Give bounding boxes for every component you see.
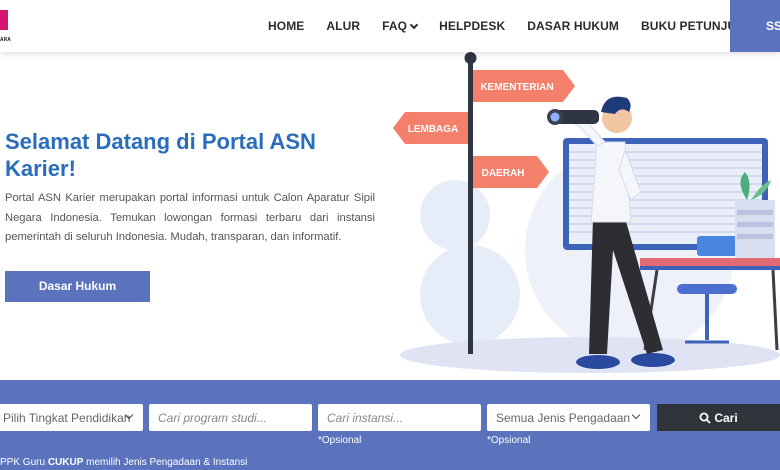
education-level-value: Pilih Tingkat Pendidikan — [3, 410, 131, 425]
search-button[interactable]: Cari — [657, 404, 780, 431]
search-button-label: Cari — [714, 410, 738, 425]
nav-faq-label: FAQ — [382, 19, 408, 33]
nav-faq[interactable]: FAQ — [382, 19, 419, 33]
instansi-placeholder: Cari instansi... — [327, 410, 404, 425]
search-section: Pilih Tingkat Pendidikan Cari program st… — [0, 380, 780, 470]
footnote-bold: CUKUP — [47, 457, 84, 468]
education-level-select[interactable]: Pilih Tingkat Pendidikan — [0, 404, 143, 431]
chevron-down-icon — [409, 20, 419, 29]
hero-title: Selamat Datang di Portal ASN Karier! — [5, 129, 316, 181]
instansi-input[interactable]: Cari instansi... — [318, 404, 481, 431]
hero-description: Portal ASN Karier merupakan portal infor… — [5, 192, 375, 243]
nav-home[interactable]: HOME — [268, 19, 304, 33]
search-footnote: PPK Guru CUKUP memilih Jenis Pengadaan &… — [0, 457, 247, 468]
sign-lembaga-label: LEMBAGA — [408, 124, 459, 135]
footnote-suffix: memilih Jenis Pengadaan & Instansi — [83, 457, 248, 468]
logo-text: ARA — [0, 37, 11, 43]
footnote-prefix: PPK Guru — [0, 457, 48, 468]
bg-circle — [420, 180, 490, 250]
sso-login-button[interactable]: SSO — [730, 0, 780, 52]
program-studi-input[interactable]: Cari program studi... — [149, 404, 312, 431]
top-navbar: ARA HOME ALUR FAQ HELPDESK DASAR HUKUM B… — [0, 0, 780, 52]
nav-alur[interactable]: ALUR — [326, 19, 360, 33]
sign-daerah-label: DAERAH — [482, 168, 525, 179]
search-icon — [699, 412, 711, 424]
procurement-type-select[interactable]: Semua Jenis Pengadaan — [487, 404, 650, 431]
nav-helpdesk[interactable]: HELPDESK — [439, 19, 505, 33]
nav-dasar-hukum[interactable]: DASAR HUKUM — [527, 19, 619, 33]
program-studi-placeholder: Cari program studi... — [158, 410, 267, 425]
chevron-down-icon — [631, 410, 641, 420]
dasar-hukum-button[interactable]: Dasar Hukum — [5, 271, 150, 302]
hero-illustration: KEMENTERIAN LEMBAGA DAERAH — [393, 52, 780, 373]
main-nav: HOME ALUR FAQ HELPDESK DASAR HUKUM BUKU … — [268, 0, 767, 52]
site-logo[interactable]: ARA — [0, 10, 12, 44]
logo-mark — [0, 10, 8, 30]
instansi-optional-note: *Opsional — [318, 435, 362, 446]
sign-kementerian-label: KEMENTERIAN — [480, 82, 553, 93]
procurement-type-value: Semua Jenis Pengadaan — [496, 410, 631, 425]
procurement-optional-note: *Opsional — [487, 435, 531, 446]
